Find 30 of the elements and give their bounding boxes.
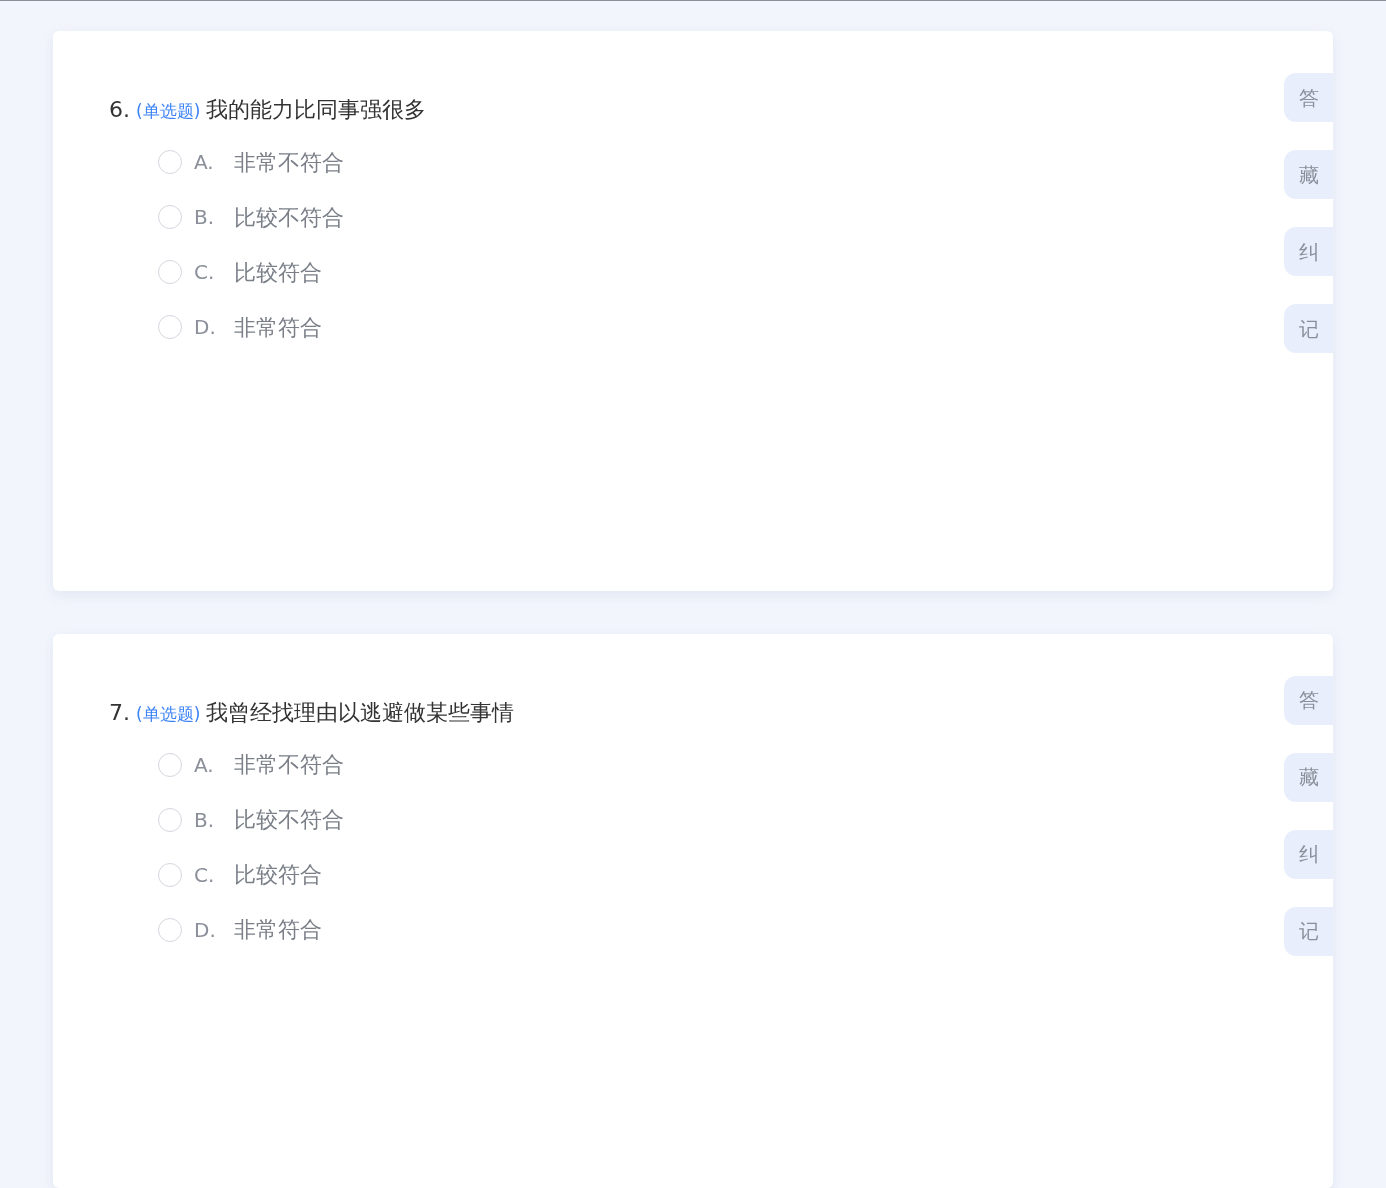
option-letter: D. [194,916,217,944]
side-button[interactable]: 藏 [1284,150,1333,199]
side-button[interactable]: 纠 [1284,227,1333,276]
question-type: (单选题) [136,100,201,123]
side-button[interactable]: 藏 [1284,752,1333,802]
option-letter: C. [194,259,216,286]
option-letter: A. [194,751,215,779]
option-text[interactable]: 比较符合 [234,255,322,289]
option-text[interactable]: 比较不符合 [234,803,344,836]
option-text[interactable]: 比较符合 [234,858,322,891]
question-number: 6. [109,96,130,124]
option-letter: B. [194,204,216,231]
question-type: (单选题) [136,702,201,726]
option-text[interactable]: 非常符合 [234,913,322,946]
question-text: 我的能力比同事强很多 [206,96,427,124]
option-text[interactable]: 非常符合 [234,310,322,344]
option-text[interactable]: 比较不符合 [234,200,344,234]
side-button[interactable]: 答 [1284,73,1333,122]
option-letter: B. [194,806,216,834]
option-letter: D. [194,314,217,341]
option-text[interactable]: 非常不符合 [234,748,344,781]
option-text[interactable]: 非常不符合 [234,145,344,179]
side-button[interactable]: 记 [1284,304,1333,353]
side-button[interactable]: 纠 [1284,829,1333,879]
question-number: 7. [109,698,130,727]
side-button[interactable]: 答 [1284,675,1333,725]
question-text: 我曾经找理由以逃避做某些事情 [206,698,515,727]
option-letter: C. [194,861,216,889]
side-button[interactable]: 记 [1284,906,1333,956]
option-letter: A. [194,149,215,176]
